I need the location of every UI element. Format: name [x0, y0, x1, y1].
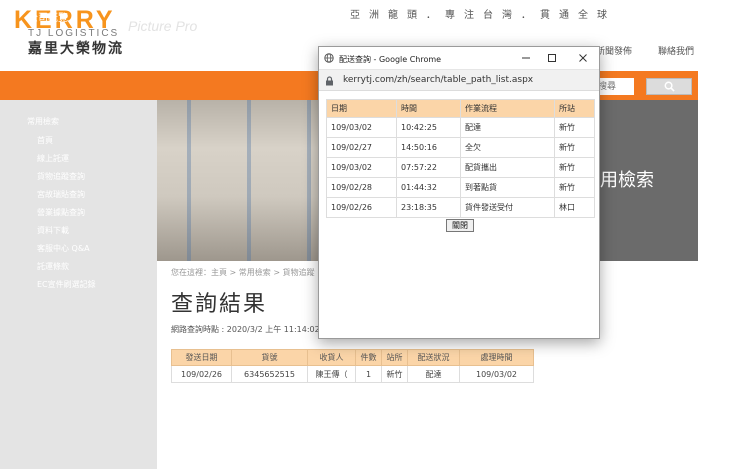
contact-link[interactable]: 聯絡我們 [658, 44, 694, 57]
table-header-row: 日期 時間 作業流程 所站 [326, 99, 595, 118]
table-cell: 全欠 [460, 137, 555, 158]
column-header: 時間 [396, 99, 461, 118]
tracking-popup-window: 配送查詢 - Google Chrome kerrytj.com/zh/sear… [318, 46, 600, 339]
table-row: 109/02/27 14:50:16 全欠 新竹 [326, 137, 595, 158]
table-cell: 新竹 [554, 137, 595, 158]
table-cell: 109/03/02 [326, 157, 397, 178]
globe-icon [324, 53, 334, 63]
popup-url: kerrytj.com/zh/search/table_path_list.as… [343, 75, 534, 85]
result-table: 發送日期 貨號 收貨人 件數 站所 配送狀況 處理時間 109/02/26 63… [171, 349, 534, 383]
sidebar-item-ec-records[interactable]: EC宣件刷選記錄 [37, 279, 96, 290]
maximize-button[interactable] [542, 50, 562, 66]
table-cell: 林口 [554, 197, 595, 218]
table-header-row: 發送日期 貨號 收貨人 件數 站所 配送狀況 處理時間 [171, 349, 534, 366]
column-header: 件數 [355, 349, 382, 366]
header-tagline: 亞洲龍頭．專注台灣．貫通全球 [350, 10, 616, 21]
table-cell: 01:44:32 [396, 177, 461, 198]
table-cell: 新竹 [554, 157, 595, 178]
sidebar-item-faq[interactable]: 客服中心 Q&A [37, 243, 90, 254]
sidebar: 常用檢索 首頁 線上託運 貨物追蹤查詢 宮故瑞貼查詢 營業據點查詢 資料下載 客… [0, 100, 157, 469]
table-cell: 109/03/02 [459, 365, 534, 383]
table-cell: 陳王傳（ [307, 365, 356, 383]
table-cell: 109/02/26 [171, 365, 232, 383]
tracking-number-cell: 6345652515 [231, 365, 308, 383]
column-header: 貨號 [231, 349, 308, 366]
sidebar-item-tracking[interactable]: 貨物追蹤查詢 [37, 171, 85, 182]
table-cell: 109/02/27 [326, 137, 397, 158]
table-cell: 109/03/02 [326, 117, 397, 138]
minimize-icon [522, 57, 530, 59]
popup-title: 配送查詢 - Google Chrome [339, 55, 442, 64]
banner-heading: 用檢索 [600, 170, 654, 191]
page-title: 查詢結果 [171, 292, 268, 317]
sidebar-item-downloads[interactable]: 資料下載 [37, 225, 69, 236]
table-row: 109/03/02 07:57:22 配貨攜出 新竹 [326, 157, 595, 178]
table-cell: 109/02/26 [326, 197, 397, 218]
table-cell: 配達 [460, 117, 555, 138]
delivery-status-link[interactable]: 配達 [407, 365, 460, 383]
table-row: 109/02/26 6345652515 陳王傳（ 1 新竹 配達 109/03… [171, 365, 534, 383]
column-header: 站所 [381, 349, 408, 366]
page: KERRY TJ LOGISTICS 嘉里大榮物流 Picture Pro 亞洲… [0, 0, 750, 469]
table-cell: 1 [355, 365, 382, 383]
table-cell: 109/02/28 [326, 177, 397, 198]
popup-address-bar[interactable]: kerrytj.com/zh/search/table_path_list.as… [319, 70, 599, 91]
query-timestamp: 網路查詢時點 : 2020/3/2 上午 11:14:02 [171, 325, 320, 334]
table-cell: 貨件發送受付 [460, 197, 555, 218]
sidebar-heading: 常用檢索 [27, 117, 59, 126]
table-cell: 10:42:25 [396, 117, 461, 138]
close-icon [579, 54, 587, 62]
column-header: 處理時間 [459, 349, 534, 366]
table-cell: 07:57:22 [396, 157, 461, 178]
site-search-input[interactable] [596, 78, 634, 95]
table-row: 109/03/02 10:42:25 配達 新竹 [326, 117, 595, 138]
table-row: 109/02/28 01:44:32 到著點貨 新竹 [326, 177, 595, 198]
column-header: 所站 [554, 99, 595, 118]
sidebar-item-home[interactable]: 首頁 [37, 135, 53, 146]
maximize-icon [548, 54, 556, 62]
table-row: 109/02/26 23:18:35 貨件發送受付 林口 [326, 197, 595, 218]
table-cell: 到著點貨 [460, 177, 555, 198]
column-header: 日期 [326, 99, 397, 118]
column-header: 作業流程 [460, 99, 555, 118]
nav-company-overview[interactable]: 公司概覽 [28, 9, 68, 24]
news-link[interactable]: 新聞發佈 [596, 44, 632, 57]
sidebar-item-online-shipping[interactable]: 線上託運 [37, 153, 69, 164]
nav-expertise[interactable]: 專業才能 [136, 9, 176, 24]
window-close-button[interactable] [573, 50, 593, 66]
search-icon [664, 81, 675, 92]
table-cell: 新竹 [554, 177, 595, 198]
lock-icon [326, 76, 333, 86]
sidebar-item-query[interactable]: 宮故瑞貼查詢 [37, 189, 85, 200]
minimize-button[interactable] [516, 50, 536, 66]
column-header: 發送日期 [171, 349, 232, 366]
table-cell: 14:50:16 [396, 137, 461, 158]
sidebar-item-locations[interactable]: 營業據點查詢 [37, 207, 85, 218]
breadcrumb: 您在這裡：主頁 > 常用檢索 > 貨物追蹤 [171, 268, 315, 277]
tracking-history-table: 日期 時間 作業流程 所站 109/03/02 10:42:25 配達 新竹 1… [326, 99, 595, 218]
sidebar-item-terms[interactable]: 託運條款 [37, 261, 69, 272]
popup-titlebar[interactable]: 配送查詢 - Google Chrome [319, 47, 599, 70]
table-cell: 新竹 [554, 117, 595, 138]
table-cell: 23:18:35 [396, 197, 461, 218]
table-cell: 新竹 [381, 365, 408, 383]
site-search-button[interactable] [646, 78, 692, 95]
logo-chinese-name: 嘉里大榮物流 [28, 41, 124, 57]
table-cell: 配貨攜出 [460, 157, 555, 178]
close-popup-button[interactable]: 關閉 [446, 219, 474, 232]
column-header: 配送狀況 [407, 349, 460, 366]
column-header: 收貨人 [307, 349, 356, 366]
